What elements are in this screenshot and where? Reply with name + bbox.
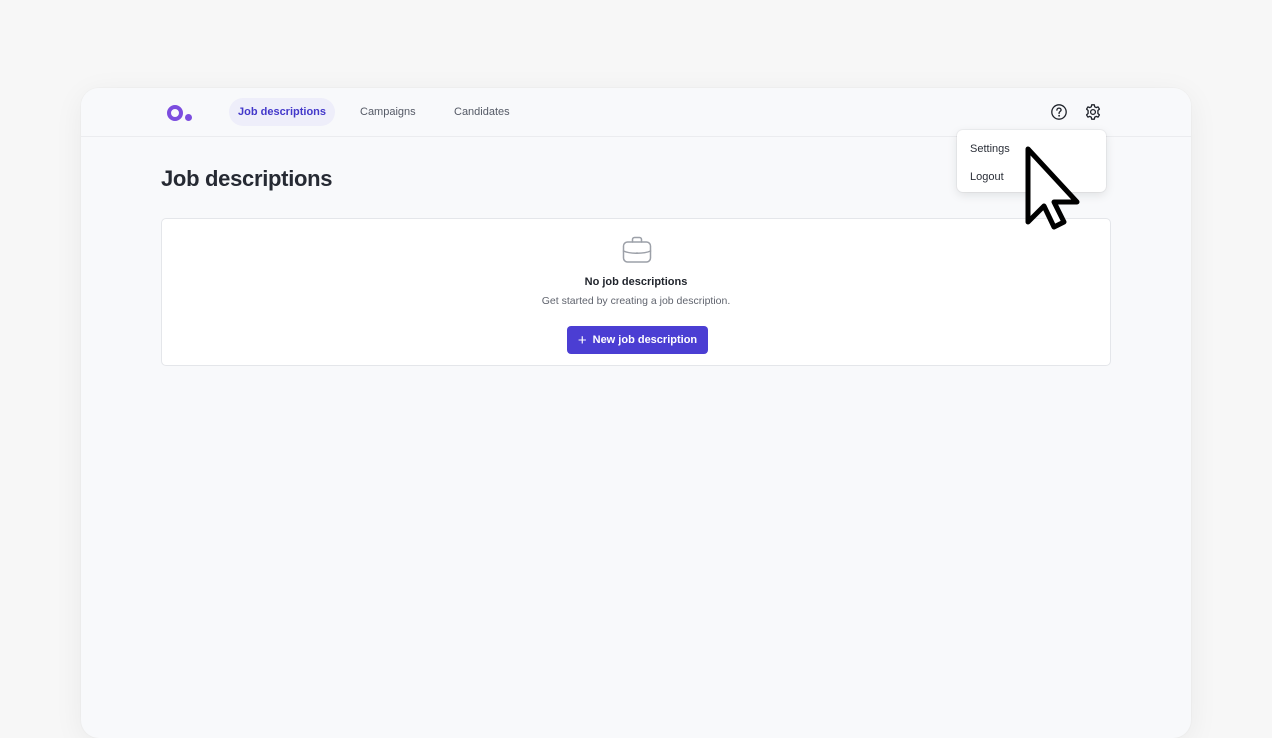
- logo-dot: [185, 114, 192, 121]
- gear-icon[interactable]: [1084, 103, 1102, 121]
- empty-state-title: No job descriptions: [584, 276, 688, 288]
- tab-candidates[interactable]: Candidates: [445, 98, 519, 126]
- help-circle-icon[interactable]: [1050, 103, 1068, 121]
- plus-icon: +: [577, 331, 587, 349]
- tab-campaigns[interactable]: Campaigns: [351, 98, 425, 126]
- new-job-description-button[interactable]: + New job description: [567, 326, 708, 354]
- tab-job-descriptions[interactable]: Job descriptions: [229, 98, 336, 126]
- empty-state-subtitle: Get started by creating a job descriptio…: [541, 295, 731, 307]
- logo-ring: [167, 105, 183, 121]
- app-window: Job descriptions Campaigns Candidates Se…: [81, 88, 1191, 738]
- settings-dropdown-menu: Settings Logout: [957, 130, 1106, 192]
- menu-item-settings[interactable]: Settings: [957, 135, 1106, 163]
- briefcase-icon: [620, 233, 654, 267]
- empty-state-card: No job descriptions Get started by creat…: [161, 218, 1111, 366]
- app-logo[interactable]: [167, 104, 193, 122]
- page-title: Job descriptions: [161, 166, 333, 191]
- new-job-description-label: New job description: [592, 334, 698, 346]
- menu-item-logout[interactable]: Logout: [957, 163, 1106, 191]
